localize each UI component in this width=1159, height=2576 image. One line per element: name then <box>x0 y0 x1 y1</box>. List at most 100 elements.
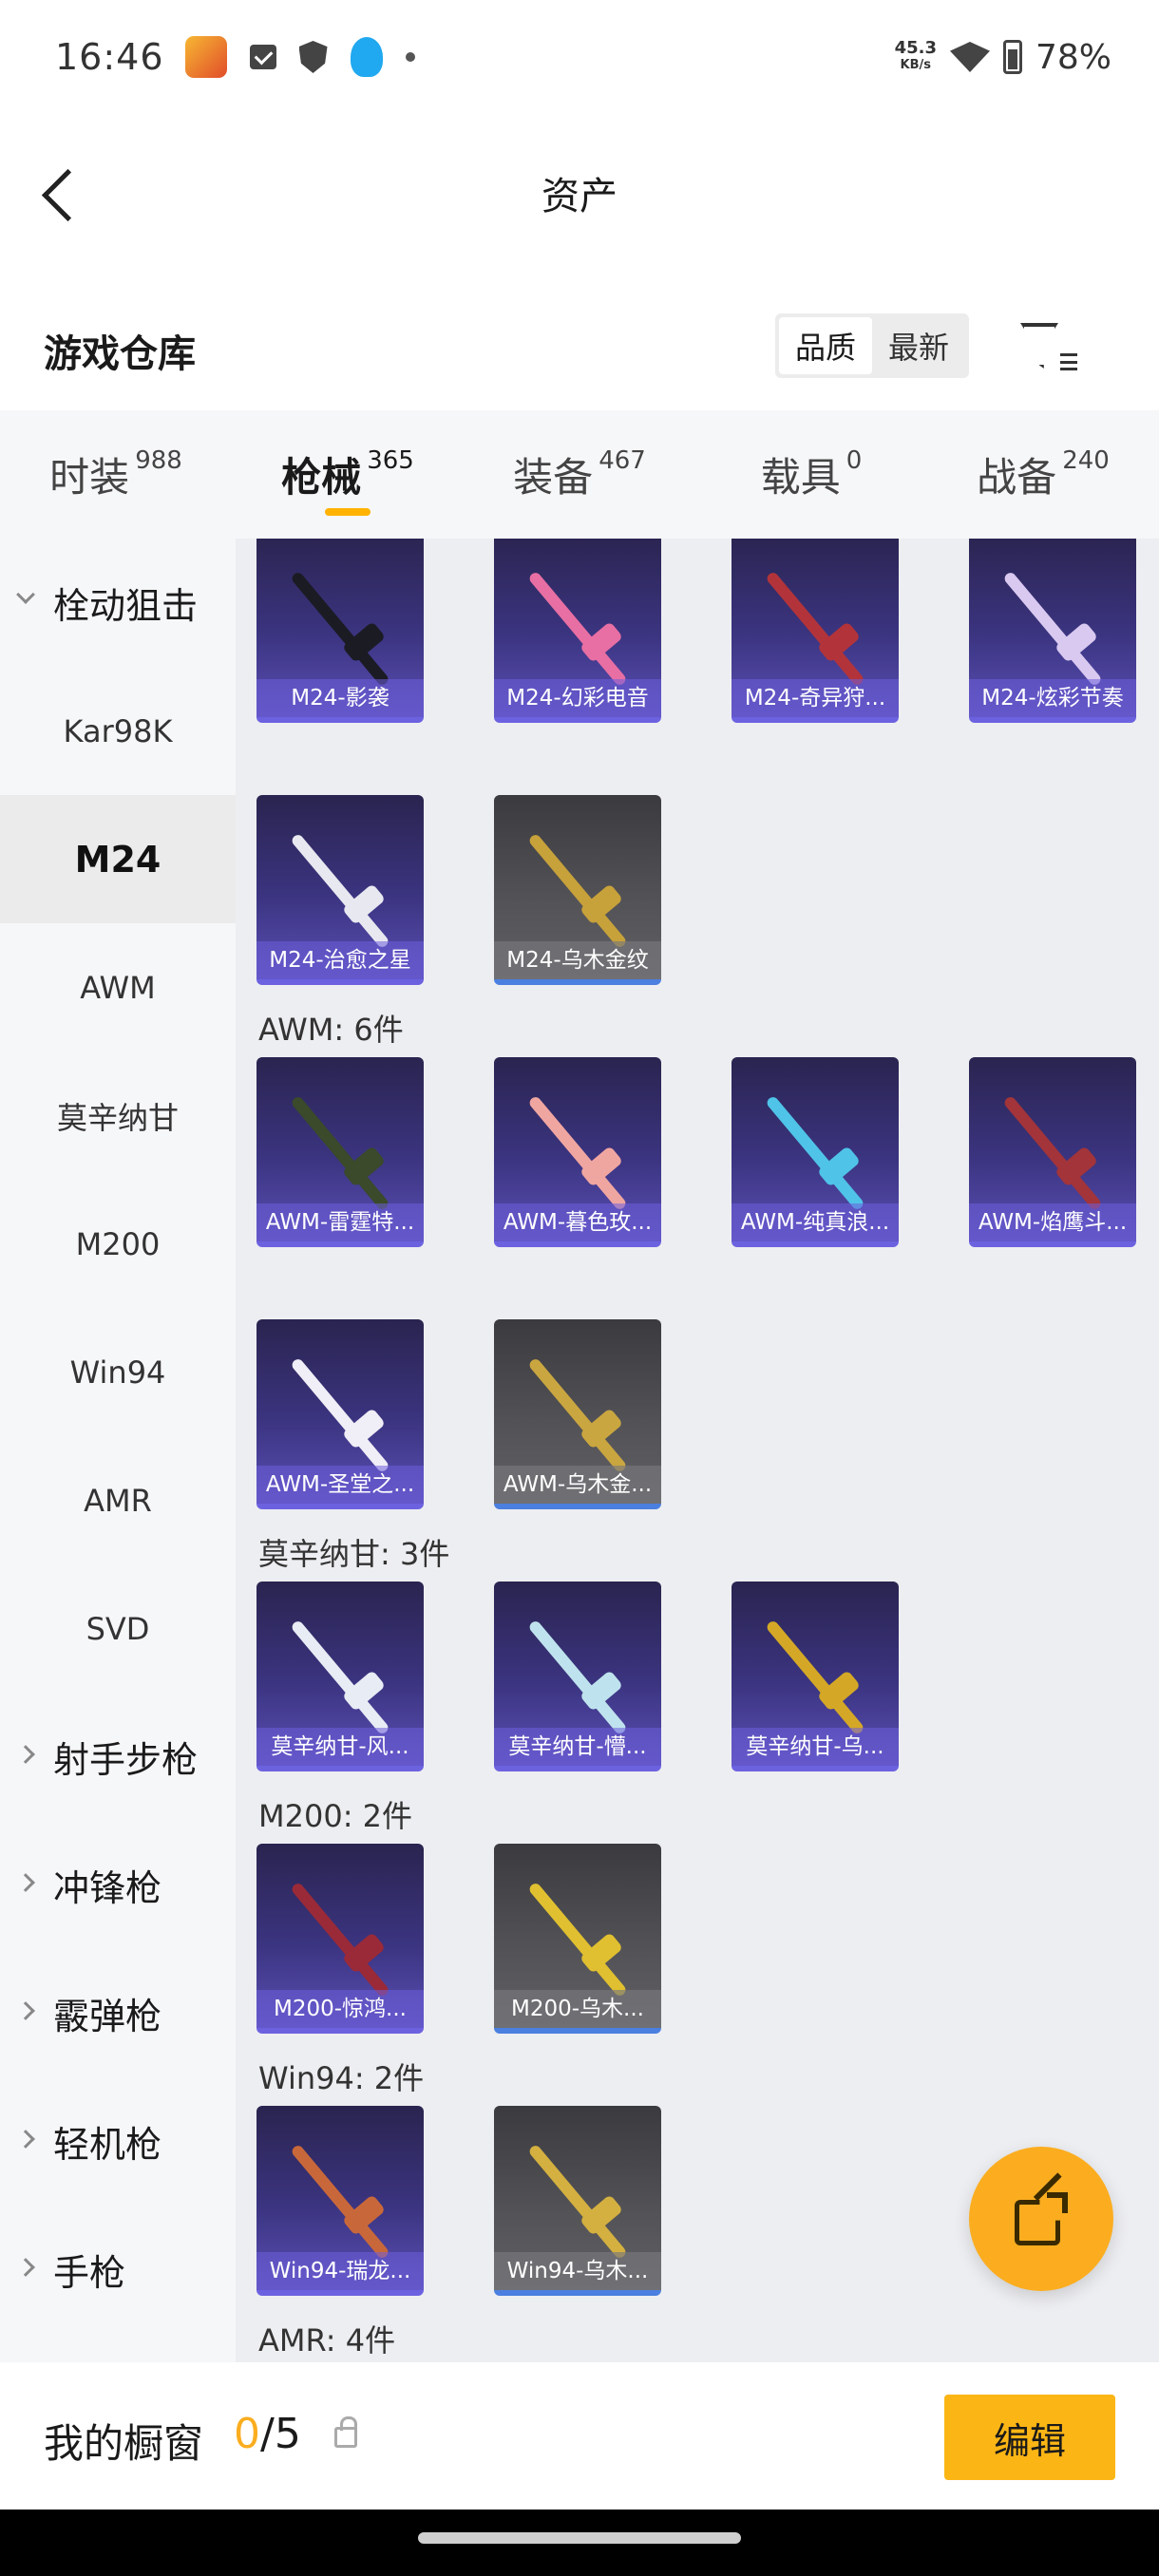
battery-icon <box>1002 40 1022 74</box>
tab-3[interactable]: 载具 0 <box>695 410 927 539</box>
tab-count: 365 <box>367 446 414 475</box>
sort-quality-button[interactable]: 品质 <box>779 317 872 374</box>
chevron-right-icon <box>16 1745 35 1764</box>
filter-icon[interactable] <box>1016 319 1077 376</box>
tab-label: 时装 <box>49 454 130 501</box>
sidebar-item[interactable]: Win94 <box>0 1308 236 1436</box>
weapon-name: M24-乌木金纹 <box>494 941 661 979</box>
weapon-name: 莫辛纳甘-风... <box>256 1728 424 1766</box>
weapon-sidebar: 栓动狙击 Kar98K M24 AWM 莫辛纳甘 M200 Win94 AMR SVD 射手步枪冲… <box>0 539 236 2362</box>
notification-icons <box>184 36 415 78</box>
sidebar-item[interactable]: 冲锋枪 <box>0 1821 236 1949</box>
sidebar-item-label: SVD <box>86 1610 150 1647</box>
sidebar-item-label: 轻机枪 <box>53 2124 162 2166</box>
weapon-card[interactable]: M200-惊鸿... <box>256 1844 424 2034</box>
tab-label: 枪械 <box>281 454 362 501</box>
sidebar-item-label: 射手步枪 <box>53 1739 199 1781</box>
showcase-bar: 我的橱窗 0/5 编辑 <box>0 2362 1159 2510</box>
weapon-card[interactable]: M24-奇异狩... <box>732 539 899 723</box>
showcase-label: 我的橱窗 <box>44 2420 204 2467</box>
weapon-card[interactable]: Win94-瑞龙... <box>256 2106 424 2296</box>
status-time: 16:46 <box>55 36 164 78</box>
weapon-card[interactable]: M200-乌木... <box>494 1844 661 2034</box>
weapon-card[interactable]: 莫辛纳甘-懵... <box>494 1582 661 1771</box>
weapon-card[interactable]: M24-影袭 <box>256 539 424 723</box>
edit-button[interactable]: 编辑 <box>944 2395 1115 2480</box>
sidebar-item[interactable]: M24 <box>0 795 236 923</box>
tab-0[interactable]: 时装 988 <box>0 410 232 539</box>
weapon-name: AWM-雷霆特... <box>256 1203 424 1241</box>
weapon-name: Win94-瑞龙... <box>256 2252 424 2290</box>
weapon-name: Win94-乌木... <box>494 2252 661 2290</box>
sidebar-item[interactable]: 轻机枪 <box>0 2077 236 2206</box>
header: 资产 <box>0 114 1159 275</box>
weapon-card[interactable]: AWM-暮色玫... <box>494 1057 661 1247</box>
sidebar-item[interactable]: SVD <box>0 1564 236 1693</box>
home-indicator[interactable] <box>418 2532 741 2544</box>
wifi-icon <box>949 42 990 72</box>
game-app-icon <box>184 36 227 78</box>
weapon-name: AWM-纯真浪... <box>732 1203 899 1241</box>
tab-2[interactable]: 装备 467 <box>464 410 695 539</box>
tab-1[interactable]: 枪械 365 <box>232 410 464 539</box>
sidebar-item[interactable]: Kar98K <box>0 667 236 795</box>
chevron-right-icon <box>16 2130 35 2149</box>
weapon-name: M200-惊鸿... <box>256 1990 424 2028</box>
sidebar-item[interactable]: 莫辛纳甘 <box>0 1051 236 1180</box>
sidebar-item-label: 冲锋枪 <box>53 1867 162 1909</box>
tab-count: 240 <box>1062 446 1110 475</box>
warehouse-bar: 游戏仓库 品质 最新 <box>0 294 1159 408</box>
weapon-name: M24-炫彩节奏 <box>969 679 1136 717</box>
weapon-card[interactable]: AWM-纯真浪... <box>732 1057 899 1247</box>
share-button[interactable] <box>969 2147 1113 2291</box>
sidebar-item[interactable]: 霰弹枪 <box>0 1949 236 2077</box>
weapon-card[interactable]: 莫辛纳甘-风... <box>256 1582 424 1771</box>
weapon-name: M24-幻彩电音 <box>494 679 661 717</box>
sort-latest-button[interactable]: 最新 <box>872 317 965 374</box>
share-icon <box>1015 2172 1068 2245</box>
section-title: 莫辛纳甘: 3件 <box>258 1536 450 1572</box>
sidebar-item-label: 栓动狙击 <box>53 585 199 627</box>
sidebar-item[interactable]: AWM <box>0 923 236 1051</box>
showcase-count: 0/5 <box>234 2410 301 2458</box>
sidebar-item[interactable]: 栓动狙击 <box>0 539 236 667</box>
chevron-right-icon <box>16 1873 35 1892</box>
sidebar-item[interactable]: 手枪 <box>0 2206 236 2334</box>
battery-percent: 78% <box>1035 37 1112 77</box>
tab-count: 467 <box>598 446 646 475</box>
weapon-card[interactable]: AWM-雷霆特... <box>256 1057 424 1247</box>
weapon-card[interactable]: AWM-乌木金... <box>494 1319 661 1509</box>
sort-toggle: 品质 最新 <box>775 313 969 378</box>
sidebar-item[interactable]: AMR <box>0 1436 236 1564</box>
weapon-name: 莫辛纳甘-懵... <box>494 1728 661 1766</box>
network-speed-unit: KB/s <box>900 58 931 72</box>
weapon-card[interactable]: 莫辛纳甘-乌... <box>732 1582 899 1771</box>
sidebar-item-label: 霰弹枪 <box>53 1996 162 2037</box>
tab-4[interactable]: 战备 240 <box>927 410 1159 539</box>
section-title: M200: 2件 <box>258 1798 413 1834</box>
weapon-card[interactable]: M24-幻彩电音 <box>494 539 661 723</box>
weapon-name: AWM-乌木金... <box>494 1466 661 1504</box>
weapon-name: AWM-圣堂之... <box>256 1466 424 1504</box>
weapon-card[interactable]: AWM-圣堂之... <box>256 1319 424 1509</box>
weapon-card[interactable]: M24-治愈之星 <box>256 795 424 985</box>
weapon-name: M24-影袭 <box>256 679 424 717</box>
page-title: 资产 <box>542 175 618 218</box>
tab-count: 988 <box>135 446 182 475</box>
sidebar-item-label: AWM <box>80 969 156 1006</box>
tab-label: 载具 <box>760 454 841 501</box>
qq-icon <box>350 37 383 77</box>
sidebar-item-label: M24 <box>74 838 162 881</box>
sidebar-item-label: AMR <box>84 1482 152 1519</box>
sidebar-item[interactable]: 射手步枪 <box>0 1693 236 1821</box>
weapon-card[interactable]: M24-乌木金纹 <box>494 795 661 985</box>
weapon-card[interactable]: M24-炫彩节奏 <box>969 539 1136 723</box>
tab-label: 装备 <box>513 454 594 501</box>
weapon-card[interactable]: Win94-乌木... <box>494 2106 661 2296</box>
weapon-grid: M24-影袭 M24-幻彩电音 M24-奇异狩... M24-炫彩节奏 M24-治愈之星… <box>236 539 1159 2362</box>
sidebar-item-label: 莫辛纳甘 <box>56 1099 179 1136</box>
sidebar-item-label: Win94 <box>69 1354 166 1391</box>
weapon-card[interactable]: AWM-焰鹰斗... <box>969 1057 1136 1247</box>
showcase-current: 0 <box>234 2410 260 2458</box>
sidebar-item[interactable]: M200 <box>0 1180 236 1308</box>
